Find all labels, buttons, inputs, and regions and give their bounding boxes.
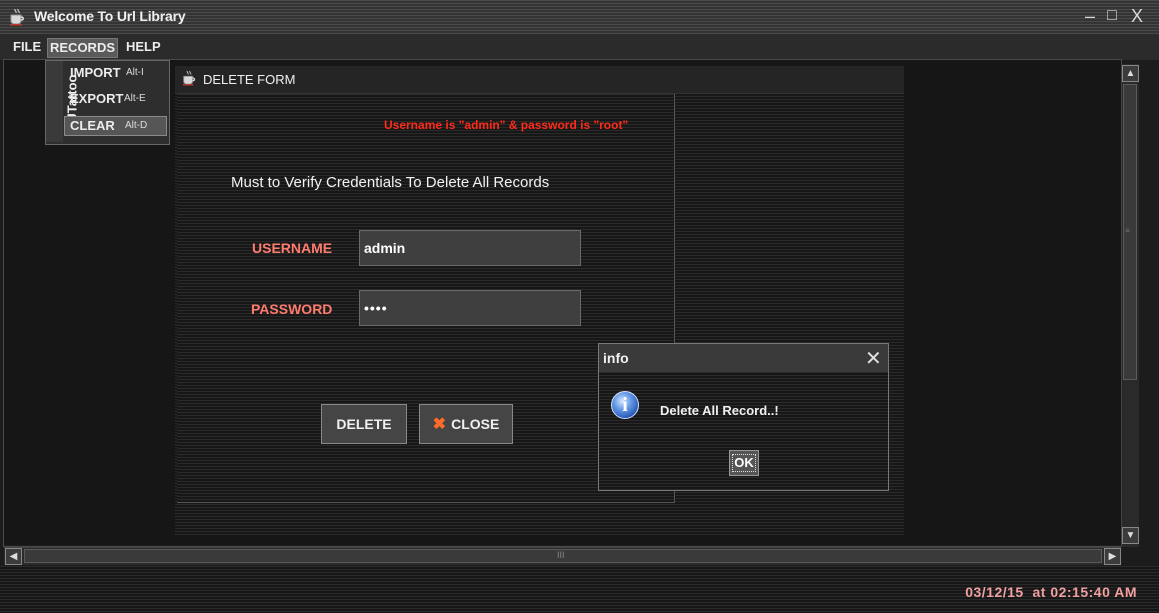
close-button-label: CLOSE <box>451 416 500 432</box>
username-field[interactable] <box>359 230 581 266</box>
coffee-cup-icon <box>10 8 24 26</box>
close-button[interactable]: ✖ CLOSE <box>419 404 513 444</box>
verify-instruction: Must to Verify Credentials To Delete All… <box>231 174 550 191</box>
scroll-right-button[interactable]: ▶ <box>1104 548 1121 565</box>
info-message: Delete All Record..! <box>660 403 779 418</box>
scroll-left-button[interactable]: ◀ <box>5 548 22 565</box>
menu-item-import[interactable]: IMPORT Alt-I <box>64 63 167 83</box>
delete-button-label: DELETE <box>336 416 392 432</box>
menu-item-export[interactable]: EXPORT Alt-E <box>64 89 167 109</box>
password-field[interactable] <box>359 290 581 326</box>
info-dialog-title: info <box>603 350 629 366</box>
username-label: USERNAME <box>252 240 333 256</box>
scroll-down-button[interactable]: ▼ <box>1122 527 1139 544</box>
menu-item-accelerator: Alt-E <box>124 93 146 104</box>
menu-records[interactable]: RECORDS <box>47 38 119 58</box>
ok-button[interactable]: OK <box>729 450 759 476</box>
menu-item-accelerator: Alt-I <box>126 67 144 78</box>
menu-item-label: EXPORT <box>70 91 124 106</box>
window-title: Welcome To Url Library <box>34 8 186 24</box>
close-icon: ✖ <box>432 416 447 433</box>
menu-item-clear[interactable]: CLEAR Alt-D <box>64 116 167 136</box>
scroll-up-button[interactable]: ▲ <box>1122 65 1139 82</box>
menu-item-label: CLEAR <box>70 118 115 133</box>
password-label: PASSWORD <box>251 301 333 317</box>
delete-form-title: DELETE FORM <box>203 72 296 87</box>
menu-help[interactable]: HELP <box>123 38 164 56</box>
credentials-hint: Username is "admin" & password is "root" <box>384 118 629 132</box>
coffee-cup-icon <box>182 70 196 86</box>
info-close-icon[interactable]: ✕ <box>865 346 882 371</box>
scroll-grip-icon: ≡ <box>1125 226 1130 235</box>
menu-item-accelerator: Alt-D <box>125 120 148 131</box>
jtattoo-strip <box>46 61 63 142</box>
menu-item-label: IMPORT <box>70 65 121 80</box>
menu-file[interactable]: FILE <box>10 38 44 56</box>
scroll-grip-icon: III <box>557 550 565 560</box>
info-dialog-title-bar[interactable] <box>599 344 888 372</box>
maximize-button[interactable]: □ <box>1103 7 1121 25</box>
menu-bar <box>0 34 1159 60</box>
ok-button-label: OK <box>732 454 756 472</box>
info-icon: i <box>611 391 639 419</box>
delete-button[interactable]: DELETE <box>321 404 407 444</box>
close-window-button[interactable]: X <box>1128 7 1146 25</box>
datetime-display: 03/12/15 at 02:15:40 AM <box>965 584 1137 600</box>
minimize-button[interactable]: – <box>1081 7 1099 25</box>
